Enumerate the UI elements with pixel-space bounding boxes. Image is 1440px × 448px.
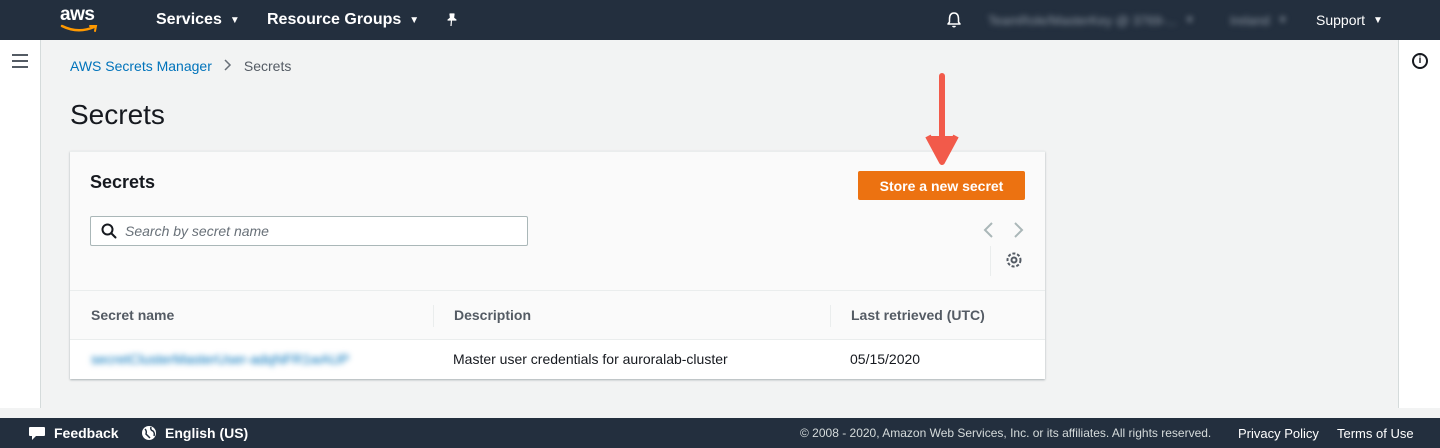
secret-description: Master user credentials for auroralab-cl… [453, 351, 728, 367]
secret-name-link[interactable]: secretClusterMasterUser-adqNFR1wAUP [91, 351, 349, 367]
chevron-down-icon: ▼ [409, 14, 420, 26]
region-label: Ireland [1230, 12, 1270, 28]
search-icon [101, 223, 117, 239]
gear-icon[interactable] [1004, 250, 1024, 270]
info-icon[interactable]: i [1412, 53, 1428, 69]
account-menu[interactable]: TeamRole/MasterKey @ 3769-... ▼ [988, 0, 1195, 40]
table-row[interactable]: secretClusterMasterUser-adqNFR1wAUP Mast… [70, 340, 1045, 379]
next-page-icon[interactable] [1010, 220, 1026, 240]
settings-divider [990, 246, 991, 276]
services-label: Services [156, 11, 222, 28]
terms-of-use-link[interactable]: Terms of Use [1337, 418, 1414, 448]
search-box[interactable] [90, 216, 528, 246]
pin-icon[interactable] [444, 0, 460, 40]
secret-last-retrieved: 05/15/2020 [850, 351, 921, 367]
breadcrumb: AWS Secrets Manager Secrets [70, 57, 291, 75]
top-navigation-bar: aws Services ▼ Resource Groups ▼ TeamRol… [0, 0, 1440, 40]
left-side-rail [0, 40, 41, 408]
breadcrumb-secrets-manager-link[interactable]: AWS Secrets Manager [70, 58, 212, 74]
column-header-last-retrieved[interactable]: Last retrieved (UTC) [851, 307, 985, 323]
search-input[interactable] [125, 221, 515, 241]
feedback-link[interactable]: Feedback [28, 418, 119, 448]
copyright-text: © 2008 - 2020, Amazon Web Services, Inc.… [800, 426, 1212, 440]
secrets-panel: Secrets Store a new secret Secret name [70, 151, 1045, 379]
chevron-down-icon: ▼ [1277, 14, 1288, 26]
services-menu[interactable]: Services ▼ [156, 0, 240, 40]
breadcrumb-current: Secrets [243, 58, 292, 74]
language-selector[interactable]: English (US) [141, 418, 248, 448]
column-header-description[interactable]: Description [454, 307, 531, 323]
table-header: Secret name Description Last retrieved (… [70, 291, 1045, 340]
region-menu[interactable]: Ireland ▼ [1230, 0, 1288, 40]
resource-groups-menu[interactable]: Resource Groups ▼ [267, 0, 419, 40]
column-divider[interactable] [830, 305, 831, 327]
support-label: Support [1316, 12, 1366, 28]
chevron-down-icon: ▼ [1373, 14, 1383, 26]
page-title: Secrets [70, 99, 165, 130]
hamburger-menu-icon[interactable] [12, 54, 28, 68]
language-label: English (US) [165, 425, 249, 441]
aws-smile-icon [60, 24, 98, 32]
previous-page-icon[interactable] [981, 220, 997, 240]
right-side-rail: i [1398, 40, 1440, 408]
panel-title: Secrets [90, 172, 156, 192]
aws-logo[interactable]: aws [60, 4, 104, 36]
feedback-label: Feedback [54, 425, 119, 441]
account-label: TeamRole/MasterKey @ 3769-... [988, 12, 1177, 28]
resource-groups-label: Resource Groups [267, 11, 402, 28]
support-menu[interactable]: Support ▼ [1316, 0, 1383, 40]
bell-icon[interactable] [944, 0, 964, 40]
panel-header: Secrets Store a new secret [70, 152, 1045, 291]
column-header-secret-name[interactable]: Secret name [91, 307, 174, 323]
column-divider[interactable] [433, 305, 434, 327]
chevron-down-icon: ▼ [229, 14, 240, 26]
annotation-arrow-icon [925, 73, 959, 165]
chevron-down-icon: ▼ [1184, 14, 1195, 26]
aws-logo-text: aws [60, 4, 95, 25]
chevron-right-icon [224, 58, 232, 74]
store-new-secret-button[interactable]: Store a new secret [858, 171, 1025, 200]
privacy-policy-link[interactable]: Privacy Policy [1238, 418, 1319, 448]
globe-icon [142, 426, 156, 440]
footer-bar: Feedback English (US) © 2008 - 2020, Ama… [0, 418, 1440, 448]
speech-bubble-icon [29, 427, 45, 440]
